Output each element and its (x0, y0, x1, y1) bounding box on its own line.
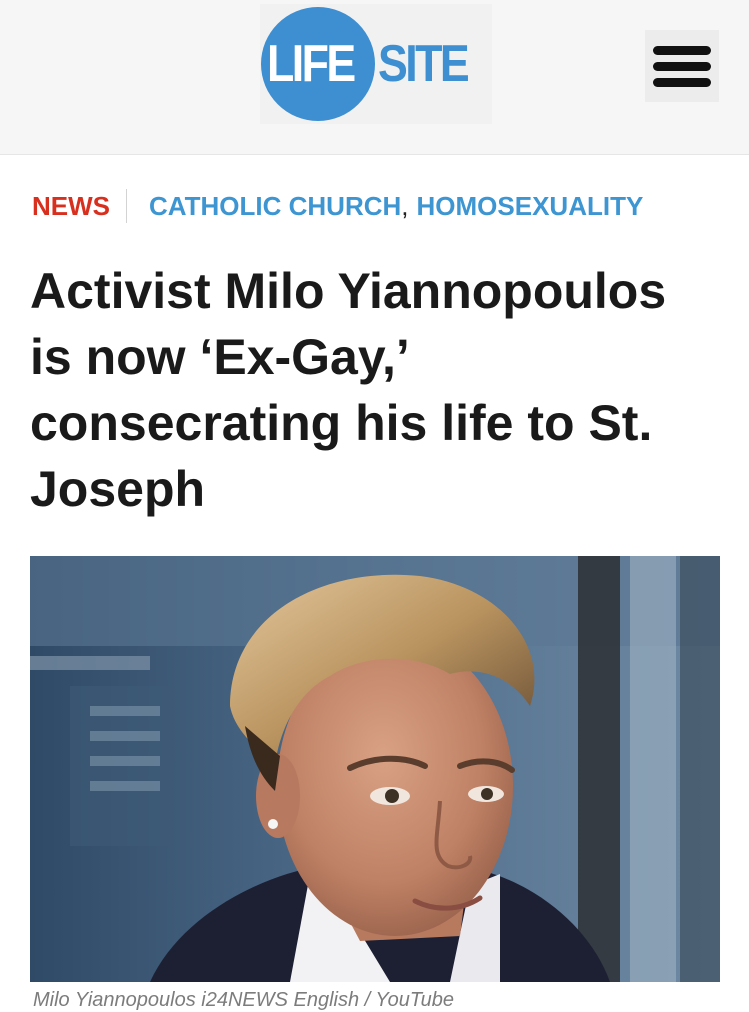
tag-link-catholic-church[interactable]: CATHOLIC CHURCH (149, 191, 401, 222)
menu-bar (653, 62, 711, 71)
logo-text-site: SITE (378, 35, 470, 93)
section-link-news[interactable]: NEWS (32, 191, 110, 222)
logo-text-life: LIFE (267, 35, 356, 93)
site-header: LIFE SITE (0, 0, 749, 155)
photo-illustration (30, 556, 720, 982)
category-divider (126, 189, 127, 223)
menu-bar (653, 78, 711, 87)
hamburger-menu-icon[interactable] (645, 30, 719, 102)
article-title: Activist Milo Yiannopoulos is now ‘Ex-Ga… (30, 263, 667, 517)
article-photo (30, 556, 720, 982)
article-page: LIFE SITE NEWS CATHOLIC CHURCH , HOMOSEX… (0, 0, 749, 1012)
tag-link-homosexuality[interactable]: HOMOSEXUALITY (417, 191, 644, 222)
category-line: NEWS CATHOLIC CHURCH , HOMOSEXUALITY (32, 188, 643, 224)
menu-bar (653, 46, 711, 55)
lifesite-logo[interactable]: LIFE SITE (260, 4, 492, 124)
photo-caption: Milo Yiannopoulos i24NEWS English / YouT… (33, 989, 455, 1011)
tag-separator: , (401, 190, 409, 221)
